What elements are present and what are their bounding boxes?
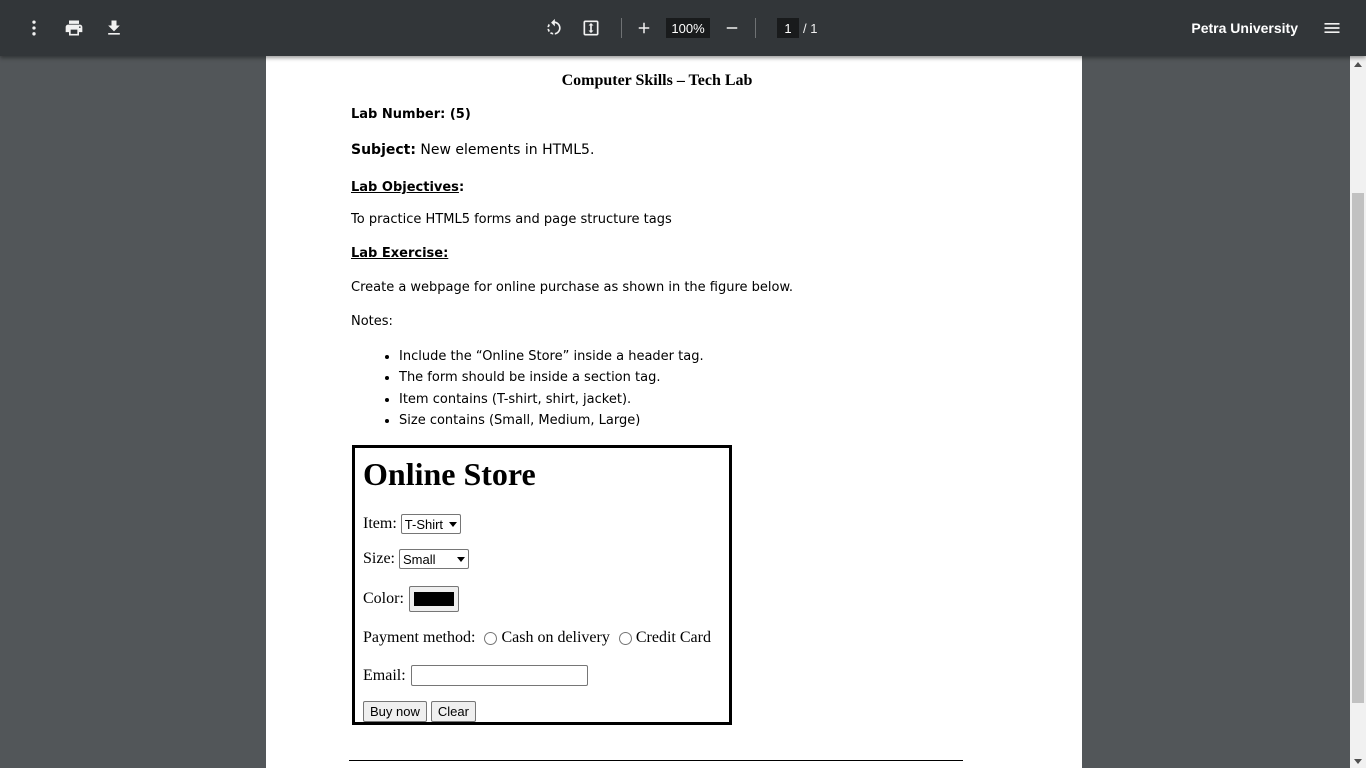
toolbar-separator [755,18,756,38]
email-row: Email: [363,665,588,686]
subject-label: Subject: [351,142,416,158]
subject-line: Subject: New elements in HTML5. [351,142,594,158]
exercise-text: Create a webpage for online purchase as … [351,280,794,295]
exercise-heading: Lab Exercise: [351,246,449,261]
rotate-icon[interactable] [538,12,570,44]
size-label: Size: [363,550,395,567]
color-label: Color: [363,590,404,607]
item-select: T-Shirt [400,514,462,534]
print-icon[interactable] [58,12,90,44]
page-total: / 1 [803,20,818,36]
notes-label: Notes: [351,314,393,329]
color-picker [408,586,459,612]
button-row: Buy now Clear [363,701,480,722]
pdf-page: Computer Skills – Tech Lab Lab Number: (… [266,56,1082,768]
chevron-down-icon [457,556,465,562]
payment-label: Payment method: [363,629,476,646]
hamburger-icon[interactable] [1316,12,1348,44]
document-heading: Computer Skills – Tech Lab [561,72,753,89]
payment-option-credit: Credit Card [635,629,711,646]
list-item: Size contains (Small, Medium, Large) [399,410,704,431]
minus-icon [726,27,738,29]
plus-icon [638,22,650,34]
radio-credit [618,631,632,645]
scroll-down-icon[interactable] [1354,759,1362,764]
color-swatch [413,592,454,606]
payment-option-cash: Cash on delivery [501,629,610,646]
objectives-label: Lab Objectives [351,180,459,195]
fit-page-icon[interactable] [575,12,607,44]
list-item: Include the “Online Store” inside a head… [399,346,704,367]
more-vert-icon[interactable] [18,12,50,44]
notes-list: Include the “Online Store” inside a head… [351,346,704,431]
page-number-input[interactable]: 1 [777,18,799,38]
email-label: Email: [363,666,406,684]
divider [349,760,963,761]
list-item: The form should be inside a section tag. [399,367,704,388]
zoom-in-button[interactable] [628,12,660,44]
online-store-figure: Online Store Item: T-Shirt Size: Small C… [352,445,732,725]
zoom-out-button[interactable] [716,12,748,44]
objectives-colon: : [458,180,465,195]
list-item: Item contains (T-shirt, shirt, jacket). [399,389,704,410]
buy-now-button: Buy now [363,701,427,722]
payment-row: Payment method: Cash on delivery Credit … [363,629,711,647]
scroll-thumb[interactable] [1352,193,1364,703]
radio-cash [484,631,498,645]
lab-number: Lab Number: (5) [351,107,471,122]
figure-heading: Online Store [363,456,536,492]
objectives-heading: Lab Objectives: [351,180,464,195]
color-row: Color: [363,586,459,612]
item-row: Item: T-Shirt [363,514,462,534]
item-select-value: T-Shirt [404,516,444,532]
scroll-up-icon[interactable] [1354,62,1362,67]
size-select-value: Small [403,551,436,567]
size-row: Size: Small [363,549,469,569]
chevron-down-icon [449,521,458,527]
download-icon[interactable] [98,12,130,44]
objectives-text: To practice HTML5 forms and page structu… [351,212,672,227]
scrollbar[interactable] [1350,56,1366,768]
pdf-toolbar: 100% 1 / 1 Petra University [0,0,1366,56]
clear-button: Clear [430,701,476,722]
document-title: Petra University [1191,20,1298,36]
item-label: Item: [363,515,397,532]
email-field [410,665,588,686]
size-select: Small [399,549,469,569]
zoom-level-input[interactable]: 100% [666,18,710,38]
subject-value: New elements in HTML5. [415,142,595,158]
toolbar-separator [621,18,622,38]
